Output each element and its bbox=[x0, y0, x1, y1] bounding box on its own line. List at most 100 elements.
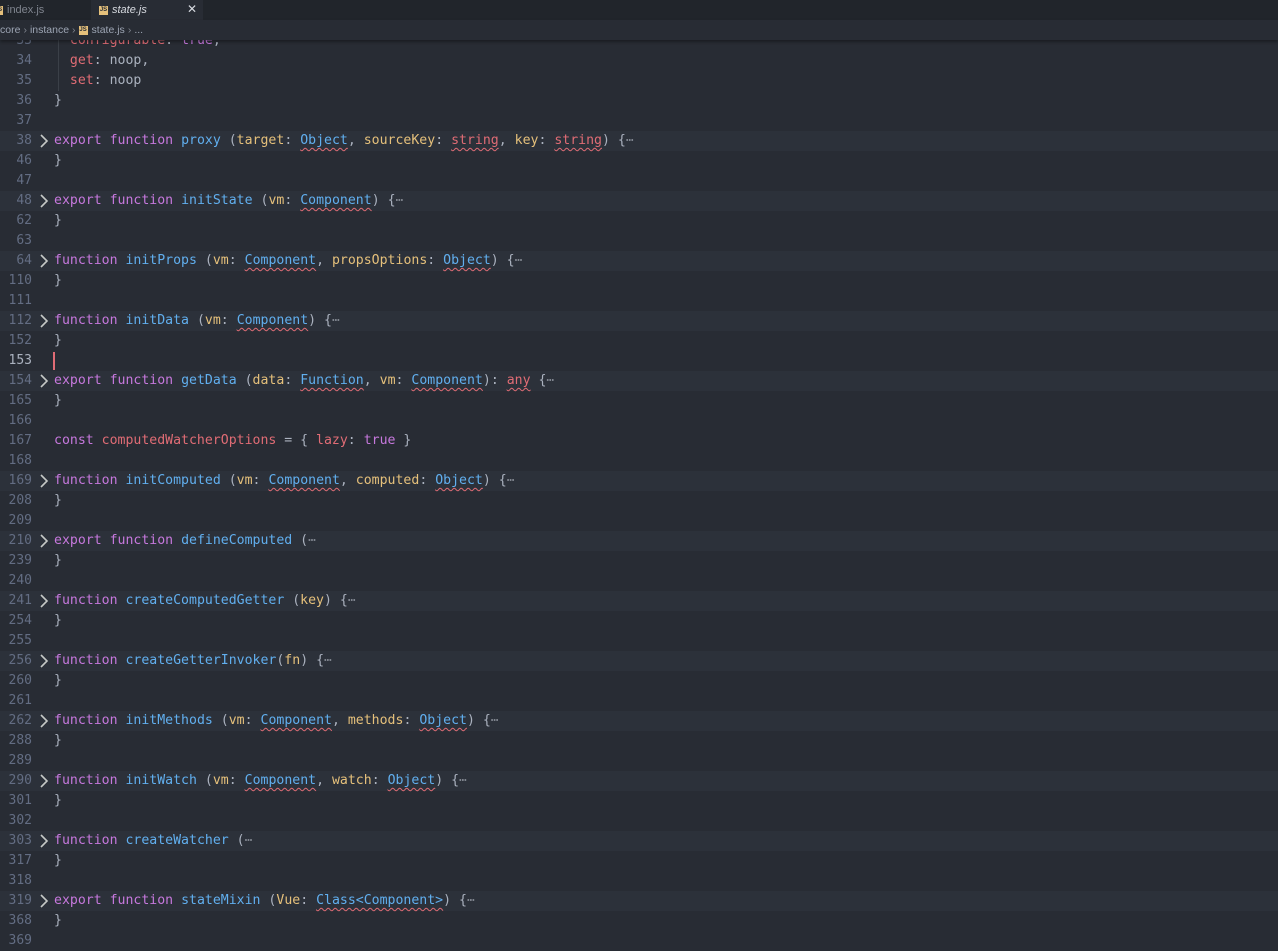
breadcrumb-item-more[interactable]: ... bbox=[134, 24, 143, 36]
code-line[interactable]: 64 function initProps (vm: Component, pro… bbox=[0, 251, 1278, 271]
code-line[interactable]: 167 const computedWatcherOptions = { lazy… bbox=[0, 431, 1278, 451]
code-token: export bbox=[54, 533, 102, 548]
code-token: ( bbox=[212, 713, 229, 728]
code-line[interactable]: 112 function initData (vm: Component) {⋯ bbox=[0, 311, 1278, 331]
code-token: computedWatcherOptions bbox=[101, 433, 277, 448]
line-number: 302 bbox=[8, 813, 32, 828]
code-line[interactable]: 34 get: noop, bbox=[0, 51, 1278, 71]
code-line[interactable]: 36} bbox=[0, 91, 1278, 111]
code-line[interactable]: 62} bbox=[0, 211, 1278, 231]
code-token: function bbox=[54, 713, 118, 728]
code-token: fn bbox=[284, 653, 301, 668]
line-number: 62 bbox=[16, 213, 32, 228]
code-line[interactable]: 318 bbox=[0, 871, 1278, 891]
code-token: : bbox=[228, 253, 245, 268]
code-line[interactable]: 169 function initComputed (vm: Component,… bbox=[0, 471, 1278, 491]
code-line[interactable]: 260} bbox=[0, 671, 1278, 691]
fold-chevron-icon[interactable] bbox=[38, 194, 50, 208]
code-token: , bbox=[316, 253, 332, 268]
code-line[interactable]: 239} bbox=[0, 551, 1278, 571]
code-line[interactable]: 288} bbox=[0, 731, 1278, 751]
fold-chevron-icon[interactable] bbox=[38, 314, 50, 328]
close-icon[interactable]: ✕ bbox=[187, 2, 197, 16]
code-line[interactable]: 38 export function proxy (target: Object,… bbox=[0, 131, 1278, 151]
code-line[interactable]: 153 bbox=[0, 351, 1278, 371]
fold-chevron-icon[interactable] bbox=[38, 774, 50, 788]
tab-state-js[interactable]: JS state.js ✕ bbox=[91, 0, 203, 20]
code-line[interactable]: 290 function initWatch (vm: Component, wa… bbox=[0, 771, 1278, 791]
fold-chevron-icon[interactable] bbox=[38, 534, 50, 548]
code-line[interactable]: 241 function createComputedGetter (key) {… bbox=[0, 591, 1278, 611]
code-line[interactable]: 154 export function getData (data: Functi… bbox=[0, 371, 1278, 391]
code-line[interactable]: 255 bbox=[0, 631, 1278, 651]
breadcrumb-item-instance[interactable]: instance bbox=[30, 24, 69, 36]
code-text: } bbox=[54, 331, 62, 351]
code-token: , bbox=[339, 473, 356, 488]
code-token: vm bbox=[212, 253, 229, 268]
code-line[interactable]: 369 bbox=[0, 931, 1278, 951]
code-line[interactable]: 256 function createGetterInvoker(fn) {⋯ bbox=[0, 651, 1278, 671]
code-token: ⋯ bbox=[514, 253, 523, 268]
code-token: } bbox=[54, 553, 62, 568]
fold-chevron-icon[interactable] bbox=[38, 474, 50, 488]
code-line[interactable]: 165} bbox=[0, 391, 1278, 411]
code-line[interactable]: 317} bbox=[0, 851, 1278, 871]
fold-chevron-icon[interactable] bbox=[38, 714, 50, 728]
code-token: initState bbox=[181, 193, 253, 208]
code-token: export bbox=[54, 133, 102, 148]
code-line[interactable]: 166 bbox=[0, 411, 1278, 431]
code-line[interactable]: 319 export function stateMixin (Vue: Clas… bbox=[0, 891, 1278, 911]
code-token: : bbox=[395, 373, 412, 388]
code-token: ) { bbox=[443, 893, 467, 908]
fold-chevron-icon[interactable] bbox=[38, 594, 50, 608]
fold-chevron-icon[interactable] bbox=[38, 254, 50, 268]
code-line[interactable]: 208} bbox=[0, 491, 1278, 511]
code-token: ( bbox=[292, 533, 309, 548]
code-line[interactable]: 152} bbox=[0, 331, 1278, 351]
tab-index-js[interactable]: JS index.js bbox=[0, 0, 91, 20]
code-token: } bbox=[54, 853, 62, 868]
fold-chevron-icon[interactable] bbox=[38, 654, 50, 668]
breadcrumb-item-core[interactable]: core bbox=[0, 24, 20, 36]
code-line[interactable]: 48 export function initState (vm: Compone… bbox=[0, 191, 1278, 211]
line-number: 301 bbox=[8, 793, 32, 808]
code-line[interactable]: 63 bbox=[0, 231, 1278, 251]
code-token: function bbox=[54, 593, 118, 608]
code-line[interactable]: 209 bbox=[0, 511, 1278, 531]
line-number: 209 bbox=[8, 513, 32, 528]
code-line[interactable]: 210 export function defineComputed (⋯ bbox=[0, 531, 1278, 551]
code-line[interactable]: 47 bbox=[0, 171, 1278, 191]
code-line[interactable]: 254} bbox=[0, 611, 1278, 631]
code-line[interactable]: 35 set: noop bbox=[0, 71, 1278, 91]
line-number: 303 bbox=[8, 833, 32, 848]
code-line[interactable]: 46} bbox=[0, 151, 1278, 171]
code-token: function bbox=[54, 473, 118, 488]
code-line[interactable]: 368} bbox=[0, 911, 1278, 931]
fold-chevron-icon[interactable] bbox=[38, 834, 50, 848]
code-line[interactable]: 301} bbox=[0, 791, 1278, 811]
code-line[interactable]: 303 function createWatcher (⋯ bbox=[0, 831, 1278, 851]
breadcrumb-item-file[interactable]: state.js bbox=[92, 24, 125, 36]
code-token: ): bbox=[482, 373, 507, 388]
fold-chevron-icon[interactable] bbox=[38, 894, 50, 908]
line-number: 166 bbox=[8, 413, 32, 428]
code-line[interactable]: 289 bbox=[0, 751, 1278, 771]
code-token: createGetterInvoker bbox=[125, 653, 277, 668]
code-line[interactable]: 111 bbox=[0, 291, 1278, 311]
code-line[interactable]: 261 bbox=[0, 691, 1278, 711]
code-token: vm bbox=[268, 193, 285, 208]
code-token: initData bbox=[125, 313, 190, 328]
code-line[interactable]: 240 bbox=[0, 571, 1278, 591]
code-line[interactable]: 110} bbox=[0, 271, 1278, 291]
code-editor[interactable]: 33 configurable: true, 34 get: noop, 35 se… bbox=[0, 31, 1278, 950]
fold-chevron-icon[interactable] bbox=[38, 374, 50, 388]
code-line[interactable]: 302 bbox=[0, 811, 1278, 831]
code-line[interactable]: 168 bbox=[0, 451, 1278, 471]
tab-label: state.js bbox=[112, 4, 147, 16]
code-text: get: noop, bbox=[54, 51, 149, 71]
fold-chevron-icon[interactable] bbox=[38, 134, 50, 148]
code-line[interactable]: 262 function initMethods (vm: Component, … bbox=[0, 711, 1278, 731]
code-line[interactable]: 37 bbox=[0, 111, 1278, 131]
